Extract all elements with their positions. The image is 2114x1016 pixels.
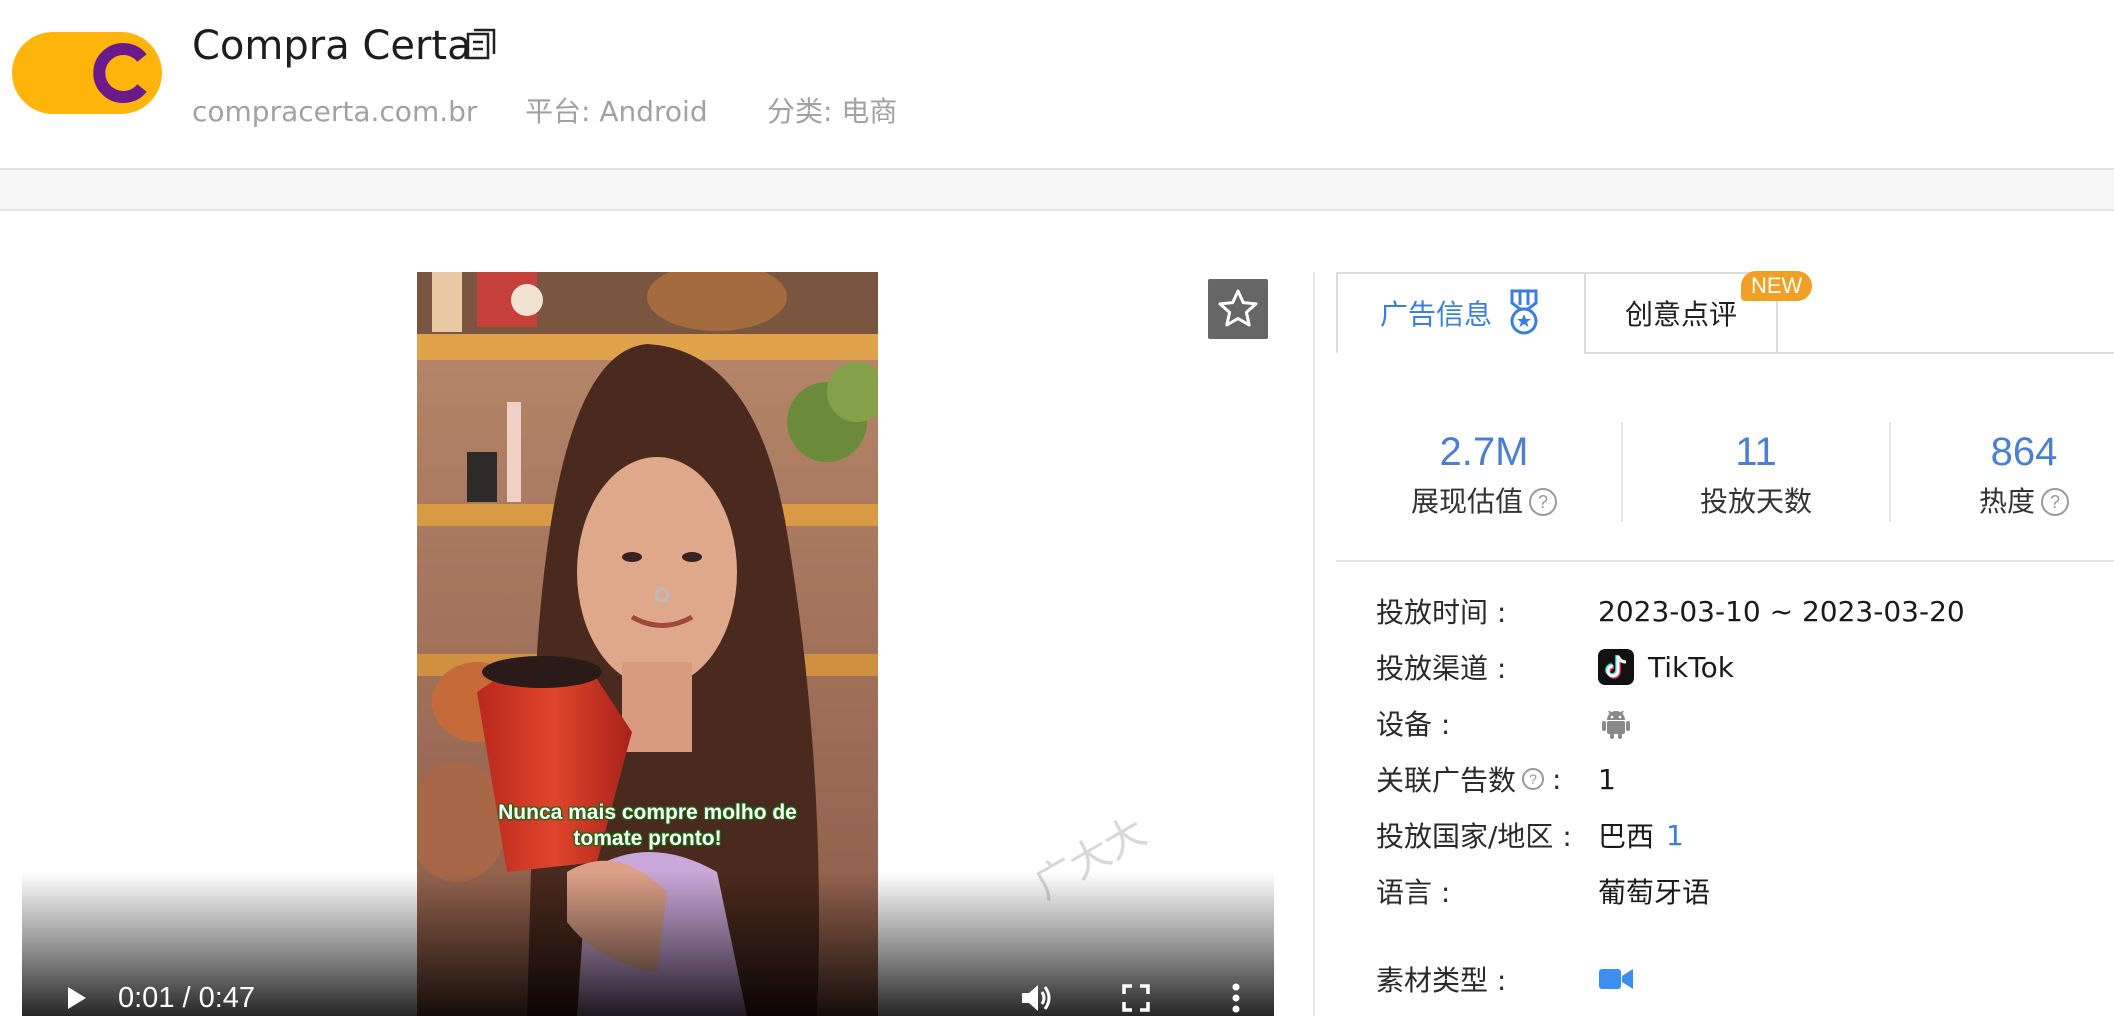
- stat-heat-label: 热度 ?: [1934, 480, 2114, 524]
- tab-ad-info[interactable]: 广告信息: [1336, 272, 1586, 354]
- help-icon[interactable]: ?: [2041, 488, 2069, 516]
- section-divider-band: [0, 168, 2114, 211]
- country-name: 巴西: [1598, 820, 1655, 853]
- help-icon[interactable]: ?: [1522, 768, 1545, 790]
- info-row-material-type: 素材类型 :: [1376, 957, 1634, 1001]
- star-icon: [1218, 289, 1258, 327]
- period-label: 投放时间 :: [1376, 596, 1507, 629]
- stat-impressions-value: 2.7M: [1439, 430, 1529, 474]
- app-logo: [12, 32, 162, 114]
- device-label: 设备 :: [1376, 708, 1451, 741]
- video-camera-icon: [1599, 969, 1633, 989]
- help-icon[interactable]: ?: [1529, 488, 1557, 516]
- material-type-value: [1598, 964, 1634, 994]
- android-icon: [1602, 710, 1630, 739]
- material-type-label: 素材类型 :: [1376, 964, 1507, 997]
- app-title: Compra Certa: [192, 23, 472, 69]
- related-ads-colon: :: [1552, 762, 1562, 796]
- caption-line-2: tomate pronto!: [573, 827, 722, 850]
- info-row-channel: 投放渠道 : TikTok: [1376, 645, 1734, 689]
- stat-days: 11 投放天数: [1656, 424, 1856, 524]
- related-ads-value: 1: [1598, 762, 1616, 796]
- info-row-device: 设备 :: [1376, 701, 1634, 745]
- tab-creative-review-label: 创意点评: [1624, 298, 1737, 331]
- app-category: 分类: 电商: [767, 95, 898, 128]
- channel-name: TikTok: [1648, 650, 1734, 684]
- language-label: 语言 :: [1376, 876, 1451, 909]
- medal-icon: [1510, 289, 1538, 335]
- caption-line-1: Nunca mais compre molho de: [498, 801, 797, 824]
- country-value: 巴西 1: [1598, 815, 1684, 855]
- stat-days-value: 11: [1735, 430, 1777, 474]
- stat-days-label: 投放天数: [1699, 485, 1812, 518]
- info-row-related-ads: 关联广告数 ? : 1: [1376, 757, 1616, 801]
- more-options-icon[interactable]: [1216, 978, 1256, 1016]
- language-value: 葡萄牙语: [1598, 876, 1711, 909]
- compra-certa-logo-icon: [93, 43, 147, 103]
- stat-divider: [1889, 422, 1891, 522]
- favorite-button[interactable]: [1208, 279, 1268, 339]
- channel-value: TikTok: [1598, 649, 1734, 685]
- video-player[interactable]: Nunca mais compre molho de tomate pronto…: [22, 272, 1274, 1016]
- info-row-language: 语言 : 葡萄牙语: [1376, 869, 1710, 913]
- stat-impressions-label: 展现估值 ?: [1384, 480, 1584, 524]
- video-caption: Nunca mais compre molho de tomate pronto…: [417, 800, 878, 852]
- tiktok-icon: [1598, 649, 1634, 685]
- tab-ad-info-label: 广告信息: [1379, 298, 1492, 331]
- info-row-period: 投放时间 : 2023-03-10 ~ 2023-03-20: [1376, 589, 1965, 633]
- info-row-country: 投放国家/地区 : 巴西 1: [1376, 813, 1684, 857]
- app-domain[interactable]: compracerta.com.br: [192, 92, 477, 132]
- stat-divider: [1621, 422, 1623, 522]
- app-platform: 平台: Android: [525, 95, 708, 128]
- stats-divider: [1336, 560, 2114, 562]
- fullscreen-icon[interactable]: [1116, 978, 1156, 1016]
- stat-heat: 864 热度 ?: [1934, 424, 2114, 524]
- device-value: [1598, 705, 1634, 741]
- period-value: 2023-03-10 ~ 2023-03-20: [1598, 594, 1965, 628]
- channel-label: 投放渠道 :: [1376, 652, 1507, 685]
- stat-heat-value: 864: [1990, 430, 2058, 474]
- panel-divider: [1313, 272, 1315, 1016]
- related-ads-label-text: 关联广告数: [1376, 764, 1517, 797]
- stat-impressions: 2.7M 展现估值 ?: [1384, 424, 1584, 524]
- play-icon[interactable]: [56, 978, 96, 1016]
- volume-icon[interactable]: [1016, 978, 1056, 1016]
- copy-icon[interactable]: [464, 26, 500, 62]
- country-label: 投放国家/地区 :: [1376, 820, 1572, 853]
- related-ads-label: 关联广告数 ? :: [1376, 759, 1598, 799]
- stat-heat-label-text: 热度: [1978, 485, 2035, 518]
- country-count-link[interactable]: 1: [1666, 819, 1684, 852]
- stat-impressions-label-text: 展现估值: [1410, 485, 1523, 518]
- video-time: 0:01 / 0:47: [118, 982, 256, 1014]
- new-badge: NEW: [1741, 271, 1813, 301]
